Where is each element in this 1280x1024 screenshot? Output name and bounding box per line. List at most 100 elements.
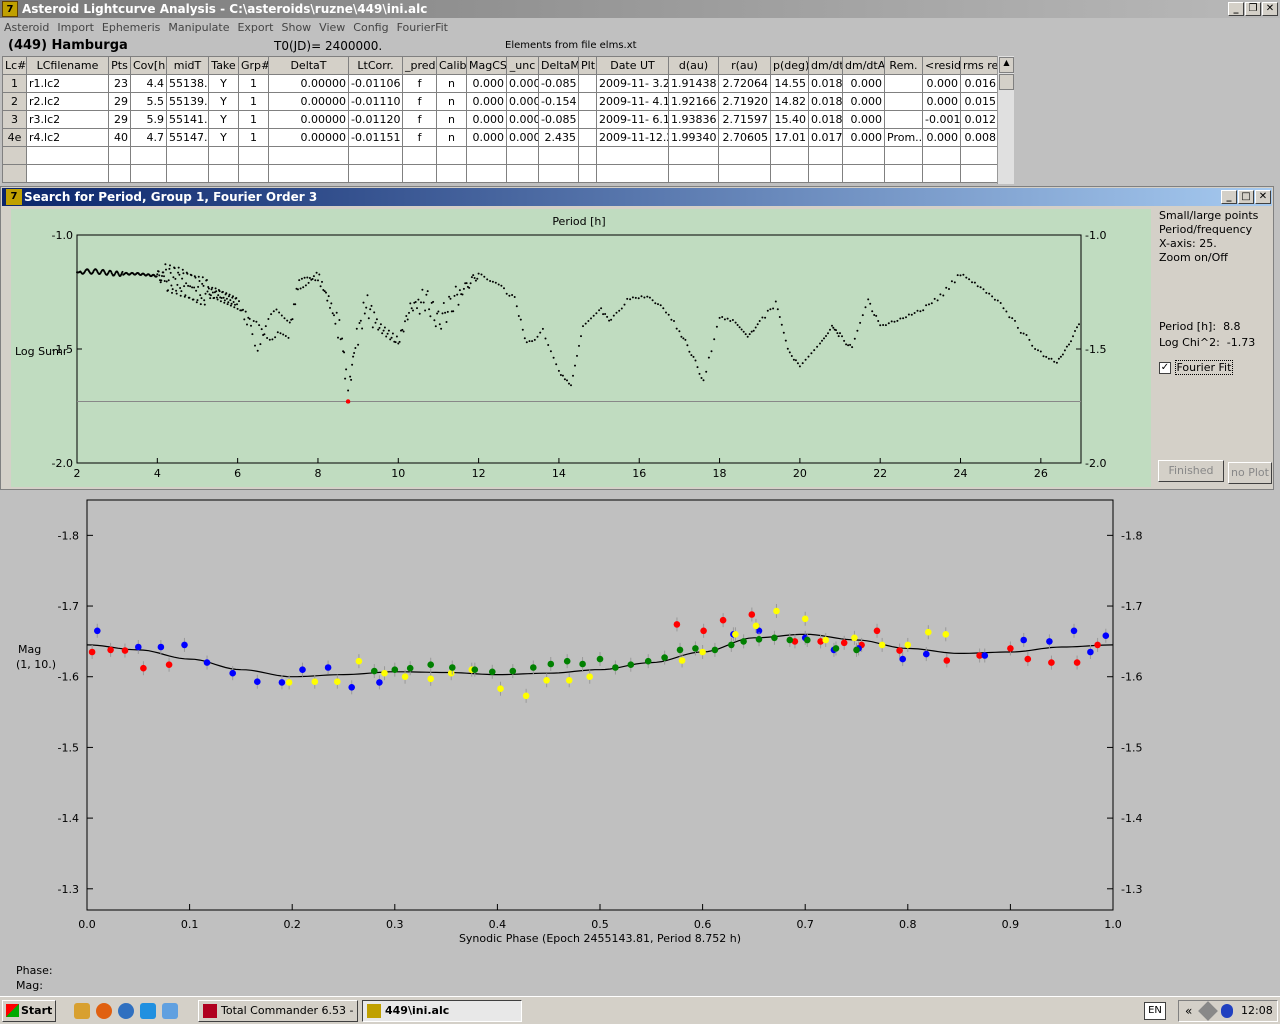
col-header[interactable]: Rem. <box>884 56 923 75</box>
period-point <box>825 335 827 337</box>
start-button[interactable]: Start <box>2 1000 56 1022</box>
period-point <box>547 344 550 346</box>
col-header[interactable]: d(au) <box>668 56 719 75</box>
table-cell: -0.01110 <box>348 92 403 111</box>
tray-expand-icon[interactable]: « <box>1185 1004 1192 1018</box>
table-row[interactable]: 4er4.lc2404.755147.7Y10.00000-0.01151fn0… <box>2 128 999 147</box>
col-header[interactable]: _pred. <box>402 56 437 75</box>
scroll-thumb[interactable] <box>999 74 1014 90</box>
child-minimize-button[interactable]: _ <box>1221 190 1237 204</box>
taskbar-item-ini-alc[interactable]: 449\ini.alc <box>362 1000 522 1022</box>
restore-button[interactable]: ❐ <box>1245 2 1261 16</box>
tray-plane-icon[interactable] <box>1198 1001 1218 1021</box>
col-header[interactable]: LCfilename <box>26 56 109 75</box>
small-large-toggle[interactable]: Small/large points <box>1159 209 1258 223</box>
col-header[interactable]: Date UT <box>596 56 669 75</box>
menu-fourierfit[interactable]: FourierFit <box>393 19 452 37</box>
period-point <box>907 313 910 316</box>
col-header[interactable]: Lc# <box>2 56 27 75</box>
taskbar-item-total-commander[interactable]: Total Commander 6.53 - ... <box>198 1000 358 1022</box>
period-point <box>331 312 334 315</box>
table-cell[interactable]: 3 <box>2 110 27 129</box>
x-axis-setting[interactable]: X-axis: 25. <box>1159 237 1258 251</box>
mail-icon[interactable] <box>118 1003 134 1019</box>
child-close-button[interactable]: ✕ <box>1255 190 1271 204</box>
phase-point <box>427 675 435 683</box>
firefox-icon[interactable] <box>96 1003 112 1019</box>
col-header[interactable]: LtCorr. <box>348 56 403 75</box>
col-header[interactable]: Cov[h] <box>130 56 167 75</box>
col-header[interactable]: _unc <box>506 56 539 75</box>
zoom-toggle[interactable]: Zoom on/Off <box>1159 251 1258 265</box>
col-header[interactable]: dm/dt <box>808 56 843 75</box>
table-cell: -0.154 <box>538 92 579 111</box>
no-plot-button[interactable]: no Plot <box>1228 462 1272 484</box>
period-point <box>871 310 874 313</box>
menu-config[interactable]: Config <box>349 19 392 37</box>
col-header[interactable]: rms res <box>960 56 999 75</box>
table-cell[interactable]: 1 <box>2 74 27 93</box>
table-cell: 0.018 <box>808 74 843 93</box>
menu-export[interactable]: Export <box>233 19 277 37</box>
language-indicator[interactable]: EN <box>1144 1002 1166 1020</box>
period-point <box>418 312 421 315</box>
table-scrollbar[interactable]: ▲ <box>997 56 1014 184</box>
bluetooth-icon[interactable] <box>1221 1004 1233 1018</box>
col-header[interactable]: MagCS <box>466 56 507 75</box>
phase-point <box>334 678 341 685</box>
quick-launch-app-icon[interactable] <box>74 1003 90 1019</box>
col-header[interactable]: Pts <box>108 56 131 75</box>
table-cell: 0.00000 <box>268 74 349 93</box>
period-point <box>197 275 200 278</box>
table-row[interactable]: 1r1.lc2234.455138.7Y10.00000-0.01106fn0.… <box>2 74 999 93</box>
period-point <box>476 277 479 280</box>
col-header[interactable]: midT <box>166 56 209 75</box>
desktop-icon[interactable] <box>162 1003 178 1019</box>
phase-point <box>299 666 306 673</box>
menu-view[interactable]: View <box>315 19 349 37</box>
col-header[interactable]: <resid> <box>922 56 961 75</box>
period-point <box>494 281 497 284</box>
col-header[interactable]: Grp# <box>238 56 269 75</box>
empty-cell <box>596 146 669 165</box>
col-header[interactable]: p(deg) <box>770 56 809 75</box>
period-point <box>187 284 190 287</box>
period-point <box>278 311 281 314</box>
period-point <box>344 377 347 380</box>
ie-icon[interactable] <box>140 1003 156 1019</box>
close-button[interactable]: ✕ <box>1262 2 1278 16</box>
col-header[interactable]: dm/dtA <box>842 56 885 75</box>
table-cell[interactable]: 4e <box>2 128 27 147</box>
period-point <box>165 280 168 283</box>
menu-asteroid[interactable]: Asteroid <box>0 19 53 37</box>
menu-import[interactable]: Import <box>53 19 98 37</box>
menu-ephemeris[interactable]: Ephemeris <box>98 19 164 37</box>
col-header[interactable]: DeltaM <box>538 56 579 75</box>
col-header[interactable]: Take <box>208 56 239 75</box>
table-row[interactable]: 3r3.lc2295.955141.6Y10.00000-0.01120fn0.… <box>2 110 999 129</box>
child-maximize-button[interactable]: □ <box>1238 190 1254 204</box>
col-header[interactable]: DeltaT <box>268 56 349 75</box>
menu-show[interactable]: Show <box>277 19 315 37</box>
period-point <box>373 311 376 314</box>
col-header[interactable]: Calib. <box>436 56 467 75</box>
period-point <box>1002 307 1005 310</box>
period-point <box>936 299 939 302</box>
period-point <box>367 317 370 320</box>
scroll-up-icon[interactable]: ▲ <box>999 57 1014 73</box>
asteroid-name: (449) Hamburga <box>8 38 128 53</box>
col-header[interactable]: r(au) <box>718 56 771 75</box>
fourier-fit-checkbox[interactable]: ✓ <box>1159 362 1171 374</box>
period-point <box>343 351 346 354</box>
period-point <box>590 317 592 320</box>
col-header[interactable]: Plt <box>578 56 597 75</box>
table-cell[interactable]: 2 <box>2 92 27 111</box>
fourier-fit-checkbox-row[interactable]: ✓ Fourier Fit <box>1159 360 1234 375</box>
finished-button[interactable]: Finished <box>1158 460 1224 482</box>
table-row[interactable]: 2r2.lc2295.555139.6Y10.00000-0.01110fn0.… <box>2 92 999 111</box>
minimize-button[interactable]: _ <box>1228 2 1244 16</box>
period-frequency-toggle[interactable]: Period/frequency <box>1159 223 1258 237</box>
mag-readout: Mag: <box>16 979 43 992</box>
period-point <box>1061 353 1064 356</box>
menu-manipulate[interactable]: Manipulate <box>164 19 233 37</box>
